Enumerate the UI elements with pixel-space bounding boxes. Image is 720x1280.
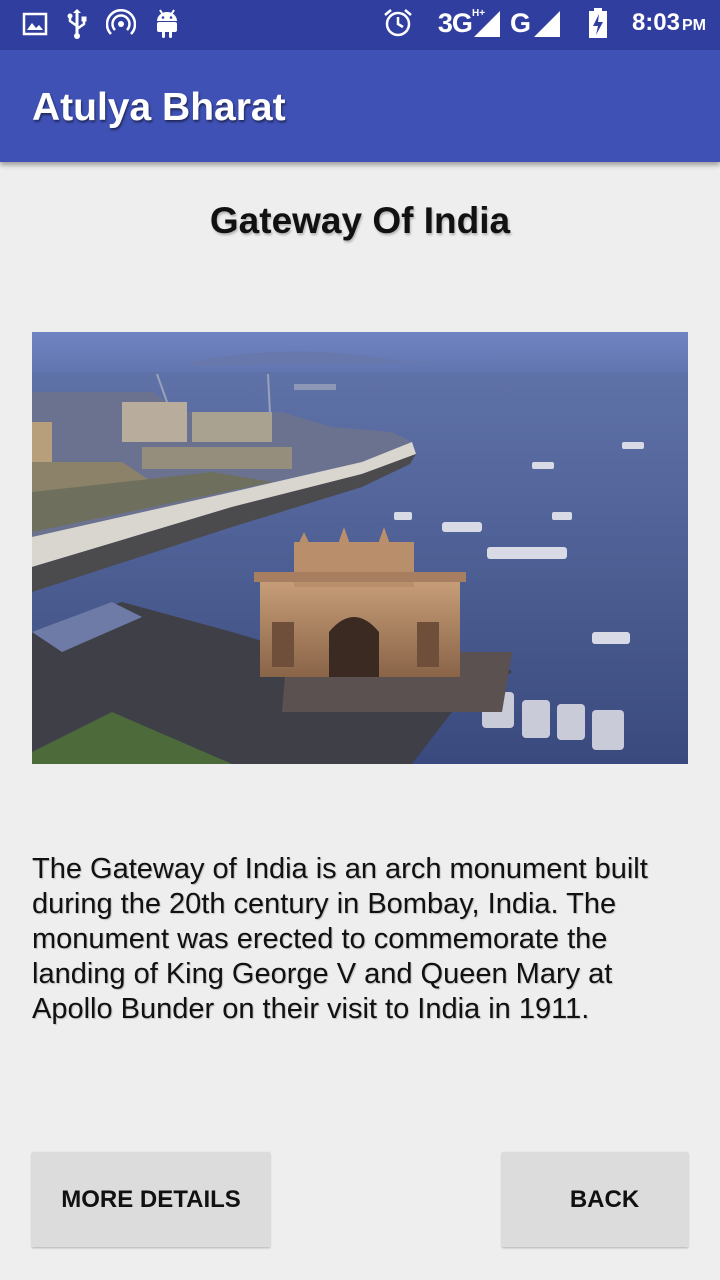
- svg-text:H+: H+: [472, 8, 485, 19]
- image-icon: [22, 11, 48, 37]
- status-bar: 3G H+ G 8:03 PM: [0, 0, 720, 50]
- signal-icon: H+: [472, 7, 502, 39]
- clock-ampm: PM: [682, 17, 706, 34]
- status-icons-right: 3G H+ G 8:03 PM: [382, 7, 706, 39]
- hotspot-icon: [106, 9, 136, 39]
- android-icon: [154, 8, 180, 40]
- clock-time: 8:03: [631, 9, 680, 36]
- status-icons-left: [22, 8, 180, 40]
- network-type-2: G: [509, 7, 531, 38]
- description-text: The Gateway of India is an arch monument…: [32, 853, 648, 1025]
- app-title: Atulya Bharat: [32, 86, 286, 129]
- app-bar: Atulya Bharat: [0, 50, 720, 162]
- battery-charging-icon: [588, 7, 608, 39]
- network-type-1: 3G: [437, 7, 473, 38]
- back-button[interactable]: BACK: [502, 1152, 688, 1247]
- monument-photo: [32, 332, 688, 764]
- signal-icon-2: [532, 7, 562, 39]
- more-details-button[interactable]: MORE DETAILS: [32, 1152, 270, 1247]
- alarm-icon: [382, 7, 414, 39]
- usb-icon: [66, 8, 88, 40]
- page-title: Gateway Of India: [209, 200, 511, 241]
